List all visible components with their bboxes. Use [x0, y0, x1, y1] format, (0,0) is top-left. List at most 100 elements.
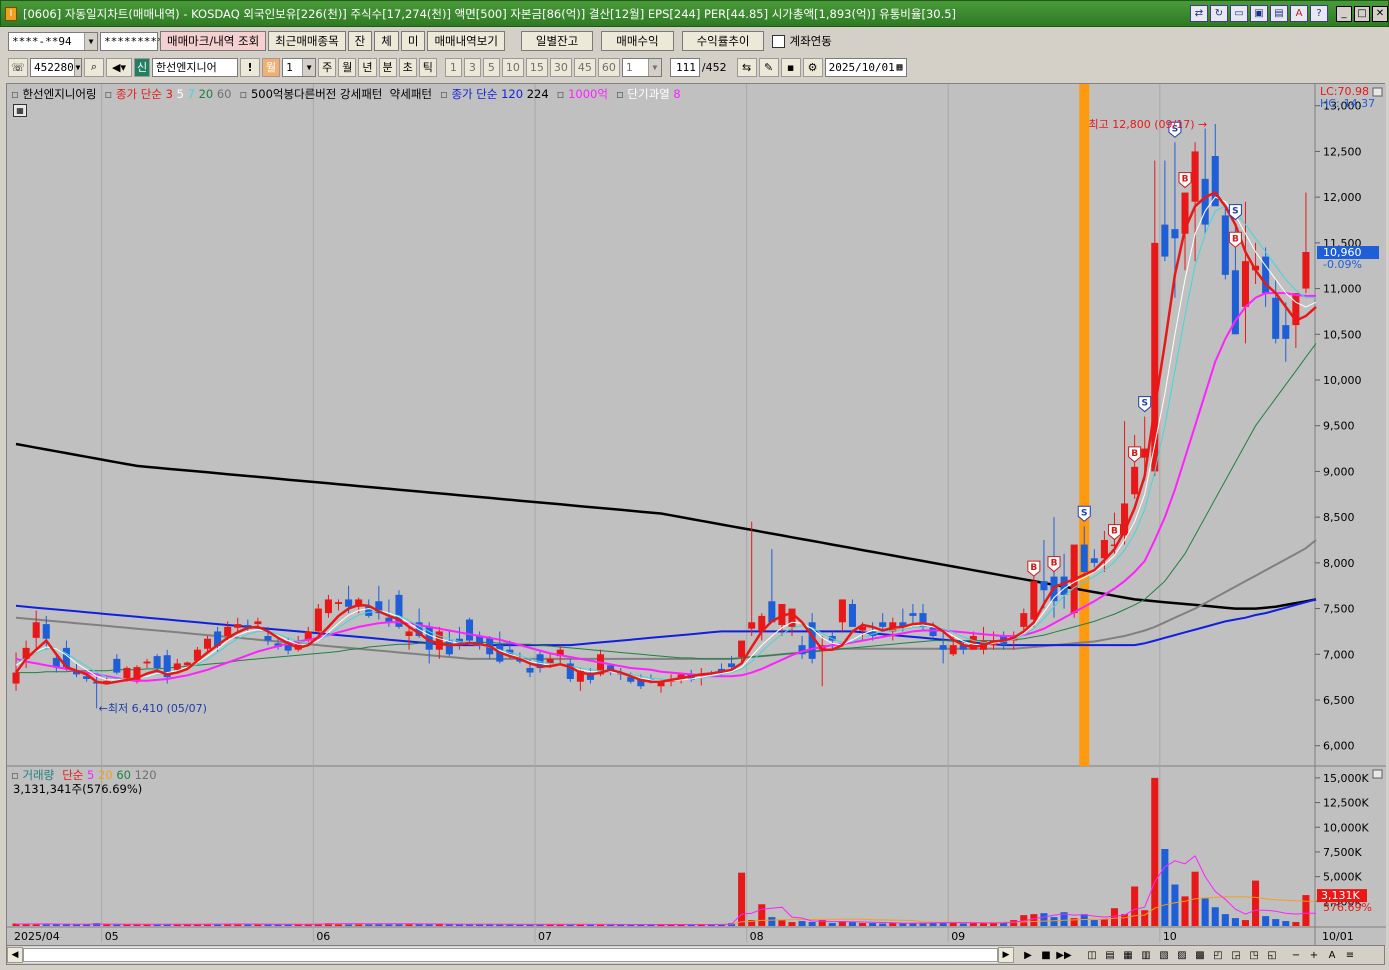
search-icon[interactable]: ⌕ [84, 57, 104, 77]
layout-4-icon[interactable]: ▧ [1156, 947, 1172, 963]
save-icon[interactable]: ▤ [1270, 5, 1288, 22]
layout-3-icon[interactable]: ▥ [1138, 947, 1154, 963]
scroll-track[interactable] [23, 947, 998, 963]
candle-body [1020, 613, 1028, 627]
stock-code-field[interactable]: 452280 ▼ [30, 57, 82, 77]
scroll-right-icon[interactable]: ▶ [998, 947, 1014, 963]
interval-1-button[interactable]: 1 [444, 57, 462, 77]
interval-45-button[interactable]: 45 [573, 57, 596, 77]
period-value-select[interactable]: 1 ▼ [282, 57, 317, 77]
price-tick-label: 8,500 [1323, 511, 1355, 524]
recent-trades-button[interactable]: 최근매매종목 [268, 31, 346, 51]
interval-3-button[interactable]: 3 [463, 57, 481, 77]
volume-bar [979, 923, 987, 926]
x-tick-label: 2025/04 [14, 930, 60, 943]
chart-tool-icon[interactable]: ✎ [758, 57, 779, 77]
stock-name-field[interactable]: 한선엔지니어 [152, 57, 238, 77]
layout-5-icon[interactable]: ▨ [1174, 947, 1190, 963]
layout-9-icon[interactable]: ◳ [1246, 947, 1262, 963]
chart-scrollbar[interactable]: ◀ ▶ ▶ ■ ▶▶ ◫ ▤ ▦ ▥ ▧ ▨ ▩ ◰ ◲ ◳ ◱ − + A ≡ [6, 945, 1385, 965]
scroll-thumb[interactable] [23, 948, 998, 962]
period-tick-button[interactable]: 틱 [418, 57, 437, 77]
chart-svg[interactable]: 2025/04 05 06 07 08 09 10 10/0113,00012,50012,0… [7, 84, 1386, 946]
play-icon[interactable]: ▶ [1020, 947, 1036, 963]
help-icon[interactable]: ? [1310, 5, 1328, 22]
phone-icon[interactable]: ☏ [8, 57, 28, 77]
period-second-button[interactable]: 초 [398, 57, 417, 77]
grid-settings-icon[interactable]: ▦ [13, 104, 27, 117]
layout-8-icon[interactable]: ◲ [1228, 947, 1244, 963]
trade-history-button[interactable]: 매매내역보기 [427, 31, 505, 51]
account-link-checkbox[interactable] [772, 34, 786, 48]
candle-body [526, 668, 534, 673]
calendar-icon[interactable]: ▦ [897, 62, 903, 73]
interval-60-button[interactable]: 60 [597, 57, 620, 77]
period-year-button[interactable]: 년 [358, 57, 377, 77]
layout-1-icon[interactable]: ▤ [1102, 947, 1118, 963]
trade-profit-button[interactable]: 매매수익 [601, 31, 674, 51]
period-minute-button[interactable]: 분 [378, 57, 397, 77]
menu-icon[interactable]: ≡ [1342, 947, 1358, 963]
layout-2-icon[interactable]: ▦ [1120, 947, 1136, 963]
volume-bar [1211, 907, 1219, 926]
text-tool-icon[interactable]: A [1324, 947, 1340, 963]
refresh-icon[interactable]: ↻ [1210, 5, 1228, 22]
layout-7-icon[interactable]: ◰ [1210, 947, 1226, 963]
date-field[interactable]: 2025/10/01 ▦ [824, 57, 907, 77]
executed-button[interactable]: 체 [374, 31, 399, 51]
period-month2-button[interactable]: 월 [338, 57, 357, 77]
minimize-button[interactable]: _ [1336, 5, 1352, 22]
zoom-in-icon[interactable]: + [1306, 947, 1322, 963]
pane-resize-icon [1372, 87, 1383, 97]
stop-icon[interactable]: ■ [1038, 947, 1054, 963]
interval-10-button[interactable]: 10 [501, 57, 524, 77]
chevron-down-icon[interactable]: ▼ [302, 58, 316, 76]
screen-icon[interactable]: ▭ [1230, 5, 1248, 22]
alert-icon[interactable]: ! [240, 57, 260, 77]
save-icon[interactable]: ▪ [780, 57, 801, 77]
layout-6-icon[interactable]: ▩ [1192, 947, 1208, 963]
unexecuted-button[interactable]: 미 [400, 31, 426, 51]
interval-15-button[interactable]: 15 [525, 57, 548, 77]
link-icon[interactable]: ⇄ [1190, 5, 1208, 22]
x-tick-label: 10 [1163, 930, 1177, 943]
period-week-button[interactable]: 주 [318, 57, 337, 77]
interval-30-button[interactable]: 30 [549, 57, 572, 77]
fast-forward-icon[interactable]: ▶▶ [1056, 947, 1072, 963]
query-trade-marks-button[interactable]: 매매마크/내역 조회 [160, 31, 267, 51]
transfer-icon[interactable]: ⇆ [736, 57, 757, 77]
chevron-down-icon[interactable]: ▼ [84, 32, 97, 50]
speaker-icon[interactable]: ◀▾ [106, 57, 132, 77]
trade-mark-label: B [1030, 563, 1037, 573]
candle-count-field[interactable]: 111 [669, 57, 700, 77]
font-icon[interactable]: A [1290, 5, 1308, 22]
window-icon[interactable]: ▣ [1250, 5, 1268, 22]
maximize-button[interactable]: □ [1354, 5, 1370, 22]
return-trend-button[interactable]: 수익률추이 [681, 31, 765, 51]
settings-icon[interactable]: ⚙ [802, 57, 823, 77]
interval-5-button[interactable]: 5 [482, 57, 500, 77]
volume-current-value: 3,131,341주(576.69%) [13, 782, 143, 796]
scroll-left-icon[interactable]: ◀ [7, 947, 23, 963]
trade-mark-label: B [1232, 234, 1239, 244]
trade-mark-label: B [1131, 449, 1138, 459]
account-select[interactable]: ****-**94 ▼ [8, 31, 98, 51]
close-button[interactable]: ✕ [1372, 5, 1388, 22]
volume-bar [1302, 895, 1310, 926]
layout-10-icon[interactable]: ◱ [1264, 947, 1280, 963]
daily-balance-button[interactable]: 일별잔고 [520, 31, 594, 51]
balance-button[interactable]: 잔 [347, 31, 373, 51]
zoom-out-icon[interactable]: − [1288, 947, 1304, 963]
price-tick-label: 6,000 [1323, 740, 1355, 753]
chart-area[interactable]: 2025/04 05 06 07 08 09 10 10/01 13,000 12,500 12,0… [6, 83, 1386, 946]
chevron-down-icon[interactable]: ▼ [73, 58, 81, 76]
interval-value-select[interactable]: 1 ▼ [621, 57, 662, 77]
hc-value: HC:-14.37 [1320, 97, 1376, 110]
candle-body [173, 663, 181, 670]
volume-bar [1131, 886, 1139, 926]
candle-body [264, 636, 272, 641]
period-month-button[interactable]: 월 [262, 57, 281, 77]
chevron-down-icon[interactable]: ▼ [647, 58, 661, 76]
password-field[interactable]: ********* [100, 31, 164, 51]
split-view-icon[interactable]: ◫ [1084, 947, 1100, 963]
